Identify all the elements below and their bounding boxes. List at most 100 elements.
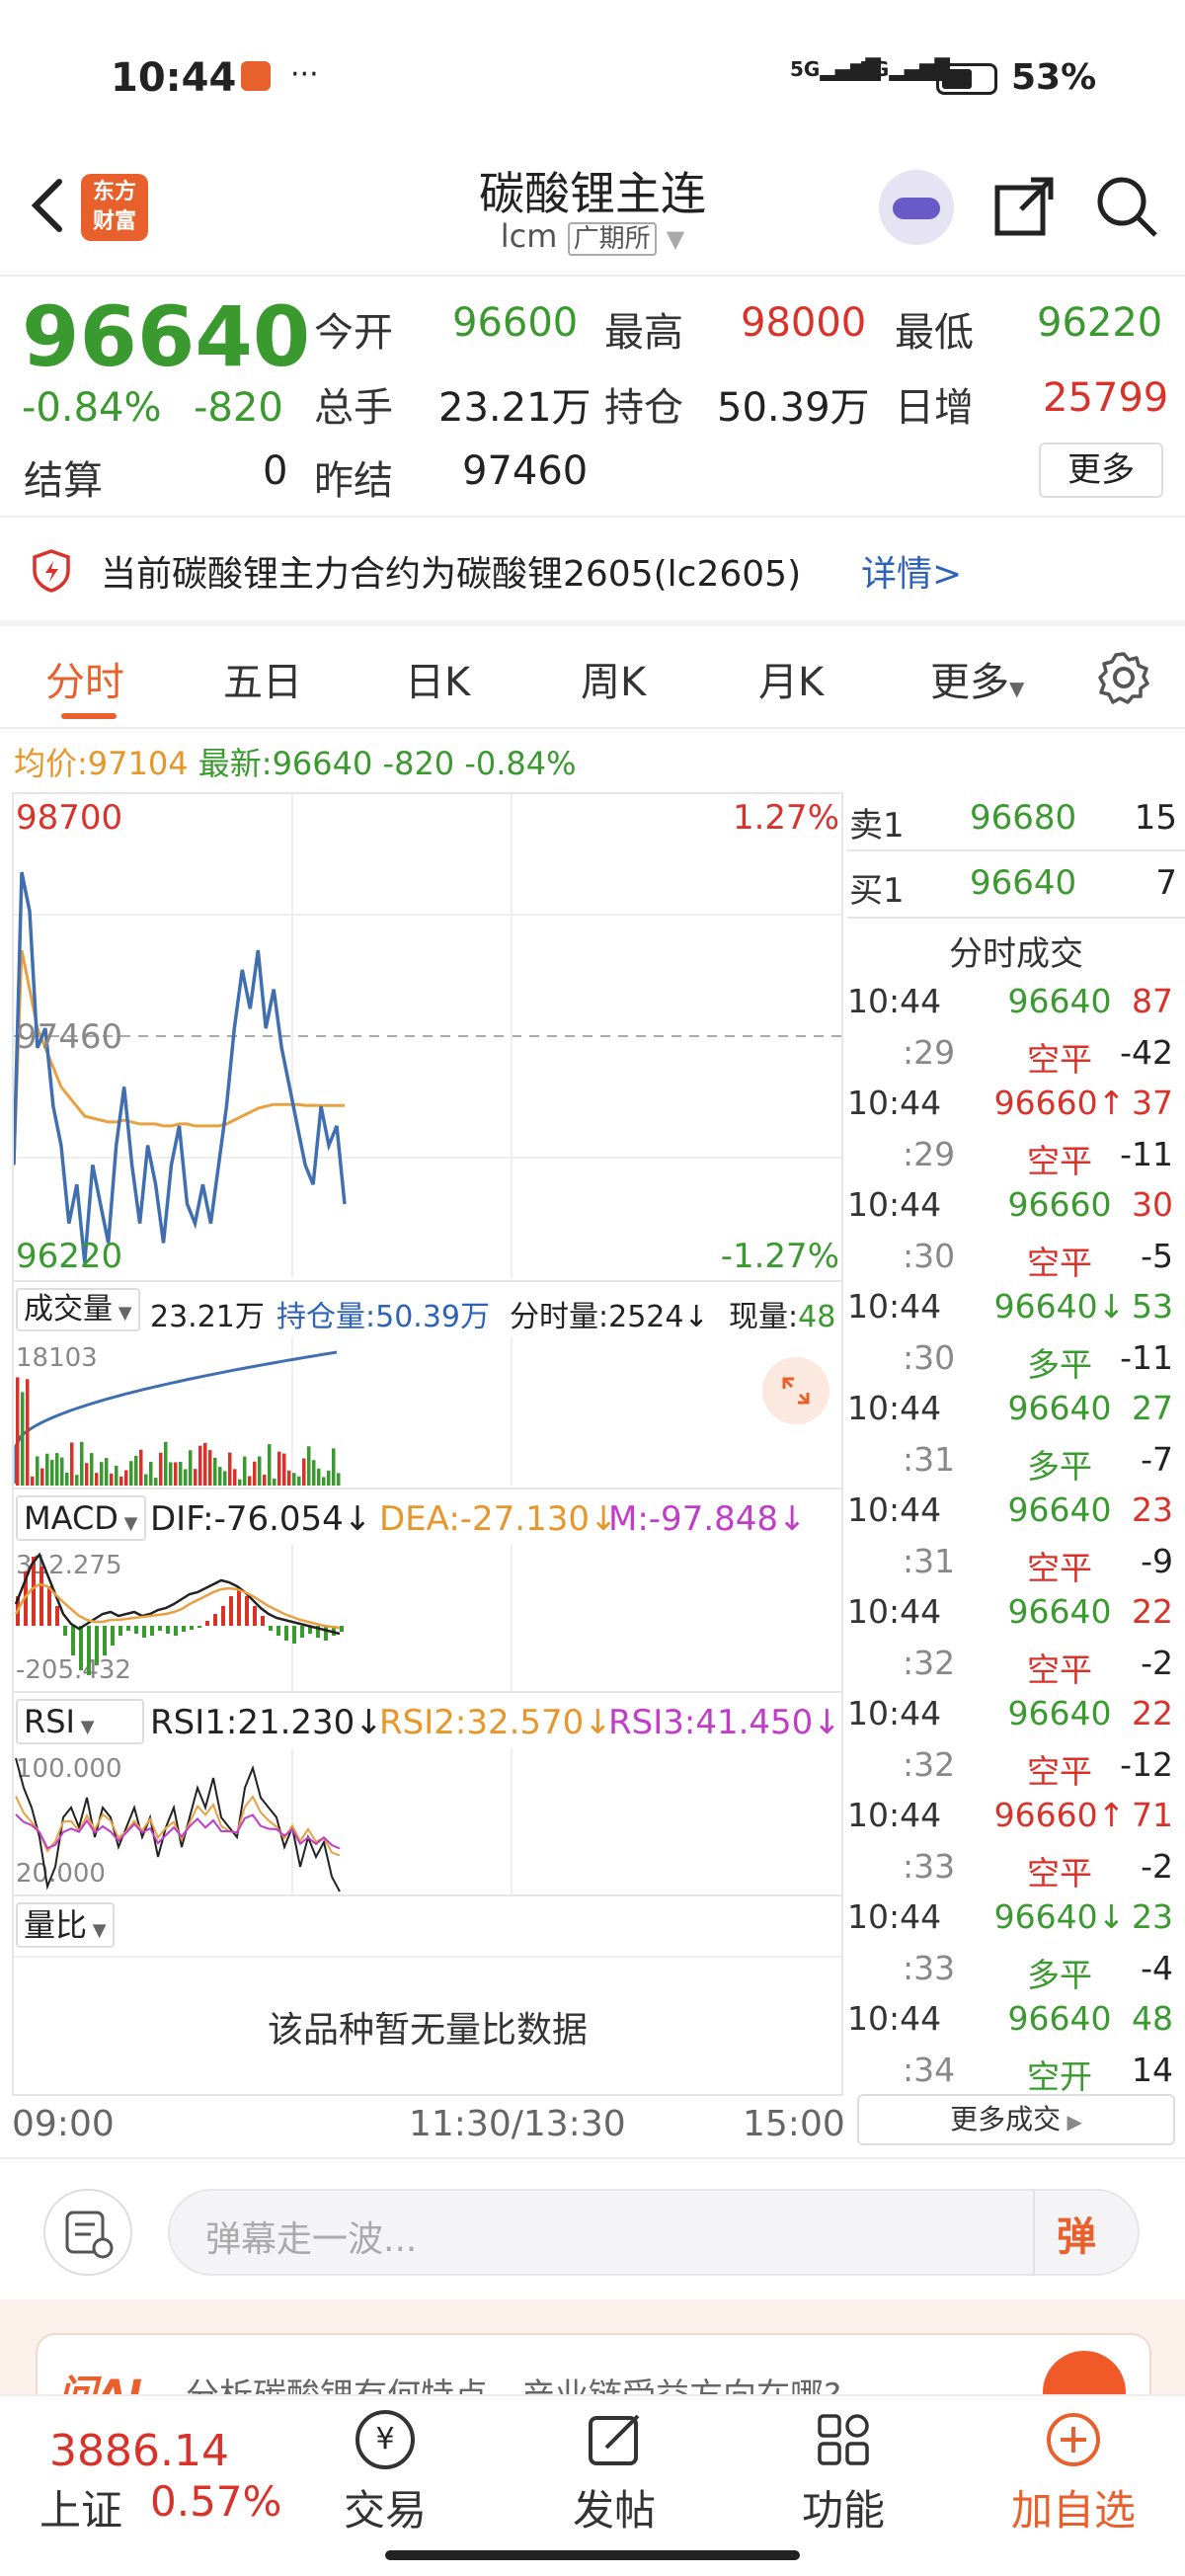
bid-row[interactable]: 买1 96640 7	[849, 863, 1177, 917]
price-axis-min: 96220	[16, 1237, 123, 1276]
trade-row: :33 空平 -2	[847, 1841, 1173, 1892]
trade-volume: -2	[1141, 1643, 1173, 1682]
volume-bar	[65, 1472, 69, 1486]
function-nav[interactable]: 功能	[764, 2410, 922, 2548]
trade-price: 96640↓	[993, 1287, 1126, 1326]
volume-bar	[213, 1457, 217, 1486]
macd-bar	[118, 1626, 122, 1636]
macd-bar	[221, 1606, 225, 1626]
trade-time: 10:44	[847, 1084, 942, 1122]
trade-price: 96660↑	[993, 1084, 1126, 1122]
search-icon[interactable]	[1094, 174, 1159, 239]
price-chart[interactable]	[14, 794, 841, 1278]
add-watchlist-nav[interactable]: 加自选	[989, 2410, 1157, 2548]
ask-row[interactable]: 卖1 96680 15	[849, 798, 1177, 851]
contract-code[interactable]: lcm 广期所 ▼	[395, 217, 790, 256]
macd-selector[interactable]: MACD ▼	[16, 1495, 146, 1541]
trade-volume: 87	[1132, 982, 1173, 1020]
settle-value: 0	[263, 448, 288, 494]
more-button[interactable]: 更多	[1039, 443, 1163, 498]
share-icon[interactable]	[991, 174, 1057, 239]
volume-label: 总手	[314, 385, 393, 431]
trade-row: :29 空平 -11	[847, 1129, 1173, 1180]
notice-link[interactable]: 详情>	[861, 545, 962, 597]
more-trades-button[interactable]: 更多成交 ▶	[857, 2094, 1175, 2145]
notice-bar[interactable]: 当前碳酸锂主力合约为碳酸锂2605(lc2605) 详情>	[0, 518, 1185, 620]
trade-time: 10:44	[847, 1185, 942, 1224]
volume-bar	[31, 1476, 35, 1486]
volume-bar	[179, 1461, 183, 1486]
macd-bar	[63, 1626, 67, 1636]
volume-panel: 成交量 ▼ 23.21万 持仓量:50.39万 分时量:2524↓ 现量:48 …	[14, 1280, 841, 1488]
app-notification-icon	[241, 61, 271, 91]
tab-monthly-k[interactable]: 月K	[758, 650, 824, 707]
edit-icon	[585, 2410, 644, 2469]
intraday-chart-area[interactable]: 98700 97460 96220 1.27% -1.27% 成交量 ▼ 23.…	[12, 792, 843, 2096]
tab-weekly-k[interactable]: 周K	[581, 650, 646, 707]
macd-bar	[32, 1557, 36, 1626]
comment-input[interactable]: 弹幕走一波... 弹	[168, 2189, 1140, 2276]
trade-row: :32 空平 -12	[847, 1739, 1173, 1791]
app-logo[interactable]: 东方 财富	[81, 174, 148, 241]
home-indicator	[385, 2550, 800, 2560]
comment-list-icon[interactable]	[43, 2189, 132, 2276]
rsi1-line	[15, 1757, 341, 1892]
trade-time: :30	[903, 1236, 956, 1275]
volume-bar	[297, 1476, 301, 1486]
macd-bar	[71, 1626, 75, 1655]
trade-price: 96640	[1007, 1389, 1112, 1427]
post-nav[interactable]: 发帖	[535, 2410, 693, 2548]
macd-m: M:-97.848↓	[608, 1499, 807, 1539]
volume-bar	[164, 1441, 168, 1486]
ratio-selector[interactable]: 量比 ▼	[16, 1902, 115, 1948]
macd-bar	[276, 1626, 280, 1636]
trade-volume: -5	[1141, 1236, 1173, 1275]
trade-price: 多平	[1027, 1446, 1092, 1486]
index-ticker[interactable]: 3886.14 上证 0.57%	[40, 2416, 296, 2535]
oi-indicator: 持仓量:50.39万	[276, 1300, 490, 1334]
trade-time: :33	[903, 1846, 956, 1886]
trade-price: 96660↑	[993, 1796, 1126, 1834]
trade-price: 空平	[1027, 1141, 1092, 1180]
macd-bar	[79, 1626, 83, 1670]
trade-time: 10:44	[847, 1592, 942, 1631]
settings-gear-icon[interactable]	[1096, 650, 1151, 705]
tab-intraday[interactable]: 分时	[45, 650, 124, 707]
rsi-chart	[15, 1748, 513, 1896]
page-title: 碳酸锂主连	[479, 167, 706, 220]
volume-bar	[50, 1460, 54, 1486]
change-value: -820	[194, 385, 283, 431]
battery-level: 53%	[1011, 57, 1097, 98]
battery-icon	[936, 63, 997, 95]
trade-volume: -7	[1141, 1439, 1173, 1479]
volume-bar	[208, 1450, 212, 1486]
pct-axis-min: -1.27%	[720, 1237, 839, 1276]
trade-row: 10:44 96660↑ 71	[847, 1790, 1173, 1840]
ai-robot-icon[interactable]	[879, 170, 954, 245]
high-label: 最高	[604, 310, 683, 356]
trade-row: 10:44 96660 30	[847, 1179, 1173, 1230]
rsi-selector[interactable]: RSI ▼	[16, 1699, 144, 1744]
macd-panel: MACD ▼ DIF:-76.054↓ DEA:-27.130↓ M:-97.8…	[14, 1488, 841, 1693]
trade-nav[interactable]: ¥ 交易	[306, 2410, 464, 2548]
expand-icon[interactable]	[762, 1357, 830, 1424]
trade-time: :29	[903, 1134, 956, 1173]
tab-daily-k[interactable]: 日K	[405, 650, 470, 707]
danmu-button[interactable]: 弹	[1057, 2205, 1116, 2264]
volume-bar	[149, 1461, 153, 1486]
back-icon[interactable]	[22, 176, 71, 235]
grid-icon	[814, 2410, 873, 2469]
tab-more[interactable]: 更多▼	[930, 650, 1024, 707]
volume-bar	[302, 1458, 306, 1486]
volume-selector[interactable]: 成交量 ▼	[16, 1288, 140, 1331]
macd-bar	[340, 1626, 344, 1632]
volume-value: 23.21万	[438, 385, 592, 431]
volume-bar	[16, 1377, 20, 1486]
trade-time: 10:44	[847, 982, 942, 1020]
volume-bar	[238, 1479, 242, 1486]
rsi-panel: RSI ▼ RSI1:21.230↓ RSI2:32.570↓ RSI3:41.…	[14, 1691, 841, 1896]
tab-five-day[interactable]: 五日	[223, 650, 302, 707]
volume-bar	[327, 1470, 331, 1486]
oi-value: 50.39万	[717, 385, 870, 431]
volume-bar	[307, 1446, 311, 1486]
